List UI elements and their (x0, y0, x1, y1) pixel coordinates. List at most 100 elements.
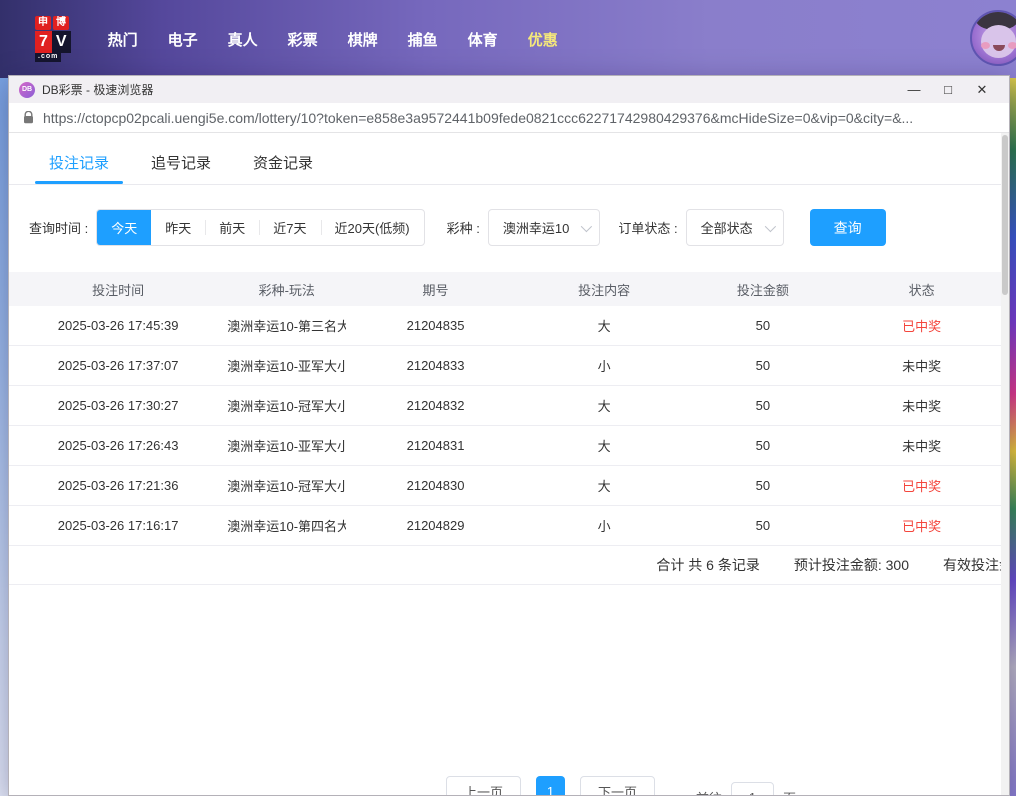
site-nav: 申 博 7 V .com 热门 电子 真人 彩票 棋牌 捕鱼 体育 优惠 (0, 0, 1016, 78)
summary-expected-amount: 预计投注金额: 300 (794, 555, 909, 575)
time-option-last-7-days[interactable]: 近7天 (259, 210, 320, 245)
status-badge: 已中奖 (842, 316, 1001, 335)
table-row: 2025-03-26 17:21:36 澳洲幸运10-冠军大小 21204830… (9, 466, 1001, 506)
order-status-label: 订单状态 : (618, 218, 677, 237)
issue: 21204830 (346, 478, 525, 493)
bet-amount: 50 (684, 318, 843, 333)
table-row: 2025-03-26 17:45:39 澳洲幸运10-第三名大小 2120483… (9, 306, 1001, 346)
bet-content: 大 (525, 476, 684, 495)
background-site-header: 申 博 7 V .com 热门 电子 真人 彩票 棋牌 捕鱼 体育 优惠 (0, 0, 1016, 78)
bet-time: 2025-03-26 17:37:07 (9, 358, 227, 373)
bet-amount: 50 (684, 398, 843, 413)
avatar-blush-right (1008, 42, 1016, 49)
header-bet-amount: 投注金额 (684, 280, 843, 299)
issue: 21204832 (346, 398, 525, 413)
avatar-blush-left (981, 42, 990, 49)
logo-seven: 7 (35, 31, 52, 52)
summary-valid-amount: 有效投注金额 (943, 555, 1009, 575)
minimize-button[interactable]: — (897, 76, 931, 103)
current-page-button[interactable]: 1 (536, 776, 565, 795)
lottery-select[interactable]: 澳洲幸运10 (488, 209, 600, 246)
bet-time: 2025-03-26 17:30:27 (9, 398, 227, 413)
play-type: 澳洲幸运10-冠军大小 (227, 476, 346, 495)
lottery-filter-label: 彩种 : (447, 218, 480, 237)
bet-time: 2025-03-26 17:26:43 (9, 438, 227, 453)
summary-total-records: 合计 共 6 条记录 (656, 555, 759, 575)
header-play-type: 彩种-玩法 (227, 280, 346, 299)
pagination: 上一页 1 下一页 前往 页 (121, 776, 1009, 795)
nav-item-slots[interactable]: 电子 (153, 29, 213, 50)
background-page-edge (1010, 78, 1016, 796)
nav-item-sports[interactable]: 体育 (453, 29, 513, 50)
logo-vee: V (52, 31, 71, 52)
page-content: 投注记录 追号记录 资金记录 查询时间 : 今天 昨天 前天 近7天 近20天(… (9, 133, 1009, 795)
bet-amount: 50 (684, 358, 843, 373)
tab-bet-records[interactable]: 投注记录 (49, 141, 109, 184)
bet-amount: 50 (684, 478, 843, 493)
chevron-down-icon (581, 220, 592, 231)
bet-amount: 50 (684, 438, 843, 453)
logo-char-2: 博 (53, 16, 69, 30)
status-badge: 已中奖 (842, 516, 1001, 535)
user-avatar[interactable] (970, 10, 1016, 66)
filter-bar: 查询时间 : 今天 昨天 前天 近7天 近20天(低频) 彩种 : 澳洲幸运10… (9, 185, 1009, 246)
bet-time: 2025-03-26 17:21:36 (9, 478, 227, 493)
issue: 21204833 (346, 358, 525, 373)
status-badge: 已中奖 (842, 476, 1001, 495)
table-row: 2025-03-26 17:16:17 澳洲幸运10-第四名大小 2120482… (9, 506, 1001, 546)
window-title: DB彩票 - 极速浏览器 (42, 81, 153, 98)
header-issue: 期号 (346, 280, 525, 299)
nav-item-chess[interactable]: 棋牌 (333, 29, 393, 50)
header-bet-time: 投注时间 (9, 280, 227, 299)
table-header-row: 投注时间 彩种-玩法 期号 投注内容 投注金额 状态 (9, 272, 1001, 306)
order-status-select[interactable]: 全部状态 (686, 209, 784, 246)
scrollbar-thumb[interactable] (1002, 135, 1008, 295)
chevron-down-icon (764, 220, 775, 231)
window-controls: — □ ✕ (897, 76, 999, 103)
bet-records-table: 投注时间 彩种-玩法 期号 投注内容 投注金额 状态 2025-03-26 17… (9, 272, 1001, 546)
nav-item-hot[interactable]: 热门 (93, 29, 153, 50)
time-option-today[interactable]: 今天 (97, 210, 151, 245)
address-bar[interactable]: https://ctopcp02pcali.uengi5e.com/lotter… (9, 103, 1009, 133)
bet-content: 小 (525, 356, 684, 375)
bet-content: 大 (525, 396, 684, 415)
goto-page-input[interactable] (731, 782, 774, 795)
table-row: 2025-03-26 17:30:27 澳洲幸运10-冠军大小 21204832… (9, 386, 1001, 426)
nav-item-live[interactable]: 真人 (213, 29, 273, 50)
scrollbar[interactable] (1001, 133, 1009, 795)
play-type: 澳洲幸运10-冠军大小 (227, 396, 346, 415)
time-option-yesterday[interactable]: 昨天 (151, 210, 205, 245)
table-row: 2025-03-26 17:37:07 澳洲幸运10-亚军大小 21204833… (9, 346, 1001, 386)
nav-item-fishing[interactable]: 捕鱼 (393, 29, 453, 50)
bet-amount: 50 (684, 518, 843, 533)
url-text[interactable]: https://ctopcp02pcali.uengi5e.com/lotter… (43, 110, 913, 126)
time-option-last-20-days[interactable]: 近20天(低频) (321, 210, 424, 245)
prev-page-button[interactable]: 上一页 (446, 776, 521, 795)
tab-fund-records[interactable]: 资金记录 (253, 141, 313, 184)
table-row: 2025-03-26 17:26:43 澳洲幸运10-亚军大小 21204831… (9, 426, 1001, 466)
nav-item-lottery[interactable]: 彩票 (273, 29, 333, 50)
bet-time: 2025-03-26 17:16:17 (9, 518, 227, 533)
close-button[interactable]: ✕ (965, 76, 999, 103)
bet-time: 2025-03-26 17:45:39 (9, 318, 227, 333)
next-page-button[interactable]: 下一页 (580, 776, 655, 795)
search-button[interactable]: 查询 (810, 209, 886, 246)
goto-page-group: 前往 页 (696, 776, 796, 795)
status-badge: 未中奖 (842, 396, 1001, 415)
record-tabs: 投注记录 追号记录 资金记录 (9, 141, 1009, 185)
window-titlebar[interactable]: DB DB彩票 - 极速浏览器 — □ ✕ (9, 76, 1009, 103)
play-type: 澳洲幸运10-亚军大小 (227, 436, 346, 455)
bet-content: 大 (525, 316, 684, 335)
bet-content: 小 (525, 516, 684, 535)
play-type: 澳洲幸运10-第四名大小 (227, 516, 346, 535)
logo-top-row: 申 博 (35, 16, 69, 30)
site-logo[interactable]: 申 博 7 V .com (35, 16, 71, 61)
nav-item-promo[interactable]: 优惠 (513, 29, 573, 50)
time-option-day-before[interactable]: 前天 (205, 210, 259, 245)
favicon-icon: DB (19, 82, 35, 98)
summary-row: 合计 共 6 条记录 预计投注金额: 300 有效投注金额 (9, 546, 1001, 585)
maximize-button[interactable]: □ (931, 76, 965, 103)
tab-chase-records[interactable]: 追号记录 (151, 141, 211, 184)
logo-dotcom: .com (35, 53, 61, 62)
status-badge: 未中奖 (842, 436, 1001, 455)
